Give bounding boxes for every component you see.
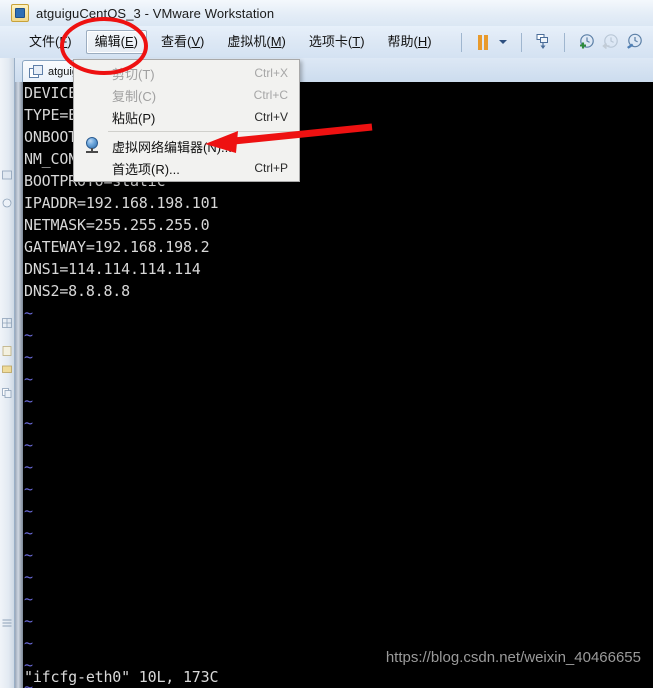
terminal-empty-line-marker: ~ bbox=[24, 436, 33, 454]
terminal-empty-line-marker: ~ bbox=[24, 502, 33, 520]
chevron-down-icon bbox=[499, 40, 508, 44]
title-bar: atguiguCentOS_3 - VMware Workstation bbox=[0, 0, 653, 26]
take-snapshot-button[interactable] bbox=[574, 30, 598, 54]
menu-item-preferences[interactable]: 首选项(R)... Ctrl+P bbox=[74, 157, 299, 179]
menu-help[interactable]: 帮助(H) bbox=[379, 30, 441, 54]
menu-item-paste-label: 粘贴(P) bbox=[112, 110, 156, 126]
terminal-empty-line-marker: ~ bbox=[24, 612, 33, 630]
toolbar-separator bbox=[520, 32, 522, 52]
terminal-line: DNS2=8.8.8.8 bbox=[24, 282, 130, 300]
terminal-empty-line-marker: ~ bbox=[24, 590, 33, 608]
menu-file[interactable]: 文件(F) bbox=[20, 30, 81, 54]
snapshot-revert-icon bbox=[601, 34, 618, 50]
menu-item-paste[interactable]: 粘贴(P) Ctrl+V bbox=[74, 106, 299, 128]
snapshot-manager-icon bbox=[626, 33, 642, 49]
terminal-empty-line-marker: ~ bbox=[24, 458, 33, 476]
edit-dropdown-menu: 剪切(T) Ctrl+X 复制(C) Ctrl+C 粘贴(P) Ctrl+V 虚… bbox=[73, 59, 300, 182]
snapshot-add-icon bbox=[579, 34, 594, 49]
terminal-empty-line-marker: ~ bbox=[24, 568, 33, 586]
terminal-empty-line-marker: ~ bbox=[24, 370, 33, 388]
revert-snapshot-button[interactable] bbox=[598, 30, 622, 54]
terminal-empty-line-marker: ~ bbox=[24, 348, 33, 366]
menu-item-paste-accelerator: Ctrl+V bbox=[254, 110, 288, 124]
menu-separator bbox=[108, 131, 297, 132]
watermark-url: https://blog.csdn.net/weixin_40466655 bbox=[385, 649, 641, 666]
menu-edit[interactable]: 编辑(E) bbox=[85, 30, 147, 54]
menu-and-toolbar-row: 文件(F) 编辑(E) 查看(V) 虚拟机(M) 选项卡(T) 帮助(H) bbox=[0, 26, 653, 59]
library-list-icon[interactable] bbox=[2, 618, 12, 628]
menu-item-virtual-network-editor-label: 虚拟网络编辑器(N)... bbox=[112, 139, 232, 155]
menu-item-preferences-accelerator: Ctrl+P bbox=[254, 161, 288, 175]
menu-tabs[interactable]: 选项卡(T) bbox=[300, 30, 374, 54]
send-keys-icon bbox=[536, 34, 548, 49]
terminal-status-line: "ifcfg-eth0" 10L, 173C bbox=[24, 668, 219, 686]
terminal-scroll-gutter[interactable] bbox=[15, 82, 23, 688]
terminal-line: NETMASK=255.255.255.0 bbox=[24, 216, 210, 234]
menu-item-copy[interactable]: 复制(C) Ctrl+C bbox=[74, 84, 299, 106]
menu-item-cut-accelerator: Ctrl+X bbox=[254, 66, 288, 80]
terminal-empty-line-marker: ~ bbox=[24, 304, 33, 322]
toolbar-separator bbox=[460, 32, 462, 52]
menu-item-copy-accelerator: Ctrl+C bbox=[253, 88, 288, 102]
terminal-empty-line-marker: ~ bbox=[24, 524, 33, 542]
menu-item-copy-label: 复制(C) bbox=[112, 88, 157, 104]
menu-item-cut[interactable]: 剪切(T) Ctrl+X bbox=[74, 62, 299, 84]
menu-vm[interactable]: 虚拟机(M) bbox=[218, 30, 295, 54]
library-note-icon[interactable] bbox=[2, 346, 12, 356]
terminal-empty-line-marker: ~ bbox=[24, 546, 33, 564]
library-folder-yellow-icon[interactable] bbox=[2, 364, 12, 374]
suspend-button[interactable] bbox=[471, 30, 495, 54]
vmware-app-icon bbox=[11, 4, 29, 22]
library-folder-icon[interactable] bbox=[2, 170, 12, 180]
toolbar bbox=[452, 26, 653, 58]
vm-tab-icon bbox=[29, 65, 43, 78]
library-grid-icon[interactable] bbox=[2, 318, 12, 328]
window-title: atguiguCentOS_3 - VMware Workstation bbox=[36, 5, 275, 21]
menu-view[interactable]: 查看(V) bbox=[152, 30, 213, 54]
globe-icon bbox=[83, 137, 101, 155]
terminal-empty-line-marker: ~ bbox=[24, 480, 33, 498]
send-ctrl-alt-del-button[interactable] bbox=[531, 30, 555, 54]
power-dropdown-button[interactable] bbox=[495, 30, 512, 54]
terminal-line: DNS1=114.114.114.114 bbox=[24, 260, 201, 278]
terminal-empty-line-marker: ~ bbox=[24, 414, 33, 432]
menu-bar: 文件(F) 编辑(E) 查看(V) 虚拟机(M) 选项卡(T) 帮助(H) bbox=[0, 26, 446, 58]
terminal-empty-line-marker: ~ bbox=[24, 392, 33, 410]
pause-icon bbox=[477, 34, 489, 50]
vmware-workstation-window: atguiguCentOS_3 - VMware Workstation 文件(… bbox=[0, 0, 653, 688]
toolbar-separator bbox=[563, 32, 565, 52]
snapshot-manager-button[interactable] bbox=[622, 30, 646, 54]
terminal-line: IPADDR=192.168.198.101 bbox=[24, 194, 219, 212]
menu-item-preferences-label: 首选项(R)... bbox=[112, 161, 180, 177]
library-vm-icon[interactable] bbox=[2, 198, 12, 208]
terminal-line: GATEWAY=192.168.198.2 bbox=[24, 238, 210, 256]
terminal-empty-line-marker: ~ bbox=[24, 326, 33, 344]
menu-item-cut-label: 剪切(T) bbox=[112, 66, 155, 82]
library-copy-icon[interactable] bbox=[2, 388, 12, 398]
library-sidebar-strip[interactable] bbox=[0, 58, 15, 688]
menu-item-virtual-network-editor[interactable]: 虚拟网络编辑器(N)... bbox=[74, 135, 299, 157]
